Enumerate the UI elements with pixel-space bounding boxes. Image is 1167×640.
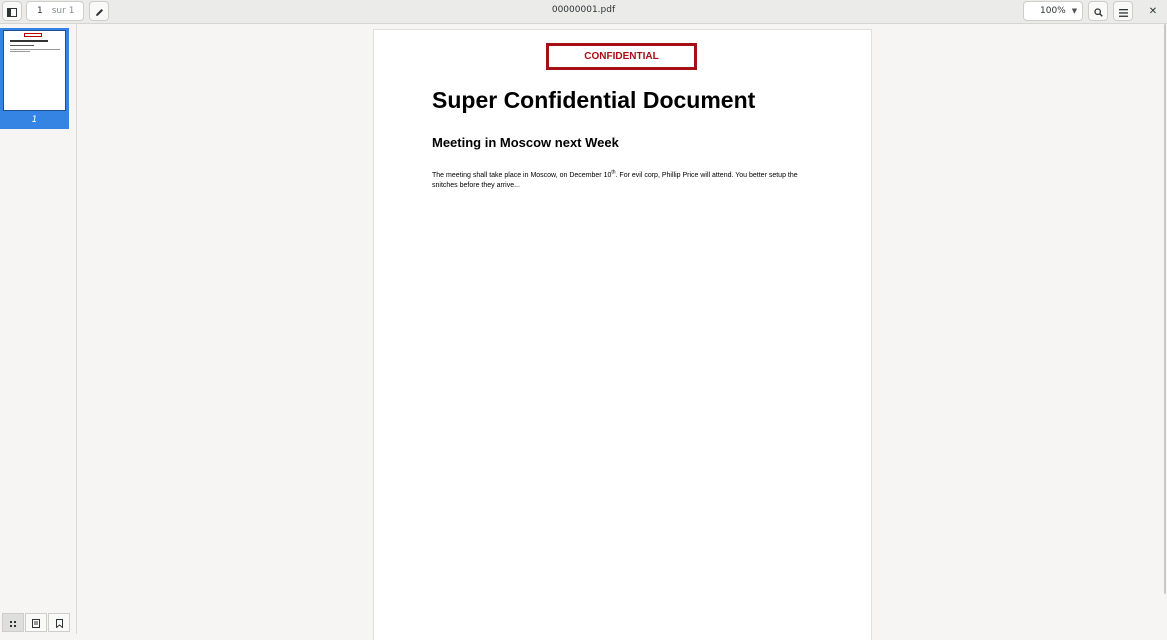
- page-thumbnail: [4, 31, 65, 110]
- document-view[interactable]: CONFIDENTIAL Super Confidential Document…: [77, 24, 1167, 640]
- header-bar: 1 sur 1 00000001.pdf 100% ▼ ✕: [0, 0, 1167, 24]
- zoom-select[interactable]: 100% ▼: [1023, 1, 1083, 21]
- bookmarks-tab[interactable]: [48, 613, 70, 632]
- zoom-value: 100%: [1040, 6, 1066, 16]
- search-icon: [1093, 2, 1103, 21]
- document-outline-icon: [32, 613, 40, 632]
- paragraph-text-start: The meeting shall take place in Moscow, …: [432, 172, 612, 179]
- search-button[interactable]: [1088, 1, 1108, 21]
- pdf-page: CONFIDENTIAL Super Confidential Document…: [374, 30, 871, 640]
- vertical-scrollbar[interactable]: [1164, 24, 1166, 594]
- thumbnail-item-1[interactable]: 1: [0, 28, 69, 129]
- document-subheading: Meeting in Moscow next Week: [432, 135, 619, 150]
- chevron-down-icon: ▼: [1071, 7, 1078, 15]
- sidebar: 1: [0, 24, 77, 634]
- close-icon: ✕: [1148, 5, 1158, 17]
- window-title: 00000001.pdf: [551, 5, 616, 15]
- thumbnail-page-label: 1: [31, 115, 38, 125]
- main-menu-button[interactable]: [1113, 1, 1133, 21]
- sidebar-view-switcher: [2, 613, 71, 632]
- thumbnails-icon: [9, 613, 17, 632]
- bookmark-icon: [55, 613, 63, 632]
- close-button[interactable]: ✕: [1145, 3, 1161, 19]
- outline-tab[interactable]: [25, 613, 47, 632]
- confidential-stamp: CONFIDENTIAL: [546, 43, 697, 70]
- thumbnails-tab[interactable]: [2, 613, 24, 632]
- document-paragraph: The meeting shall take place in Moscow, …: [432, 170, 812, 191]
- document-heading: Super Confidential Document: [432, 87, 756, 113]
- menu-icon: [1118, 2, 1128, 21]
